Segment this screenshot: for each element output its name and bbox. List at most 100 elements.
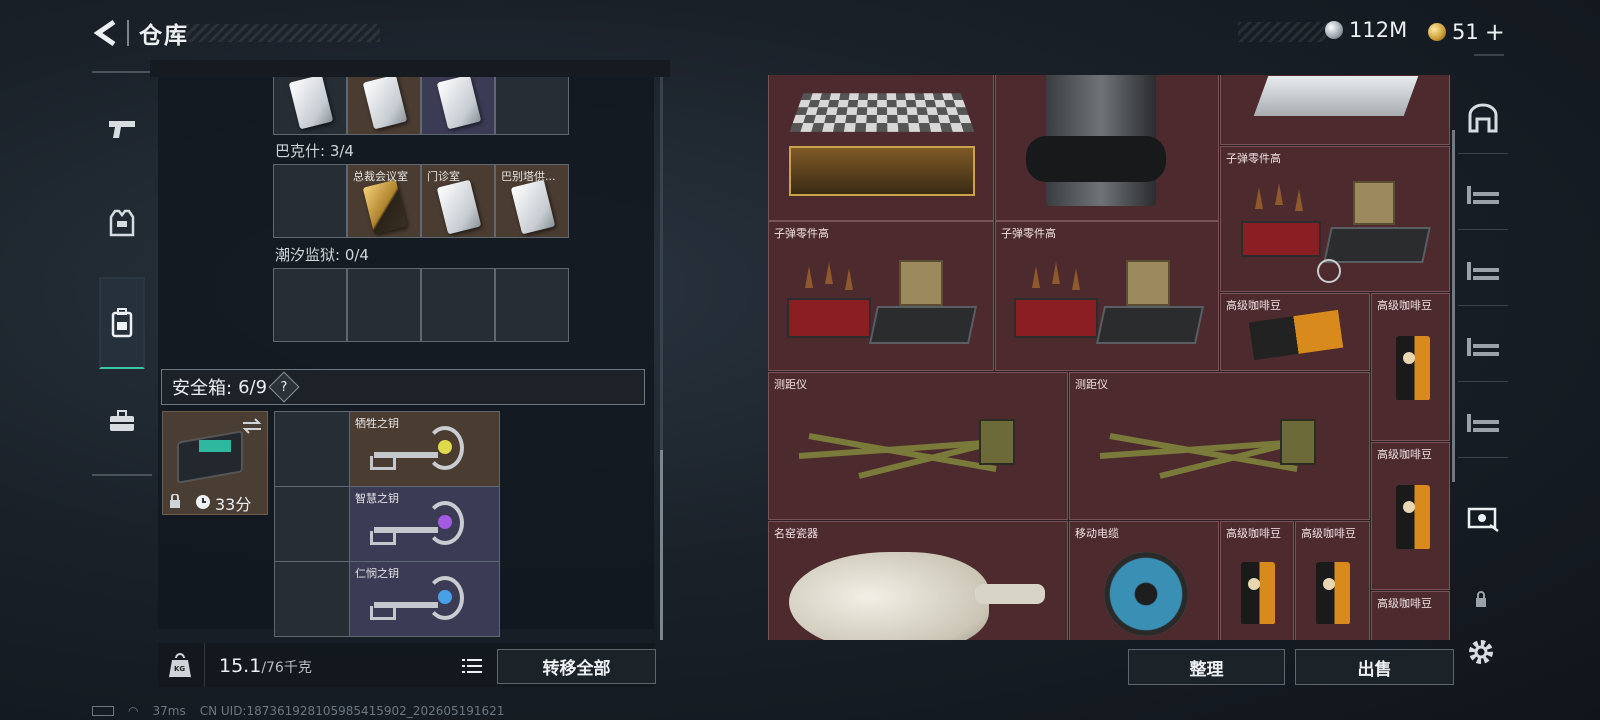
stash-item-chess-set[interactable]: [768, 75, 994, 221]
wifi-icon: ◠: [128, 704, 139, 718]
stash-item-ammo2[interactable]: 子弹零件高: [995, 221, 1219, 371]
swap-icon[interactable]: [241, 418, 263, 434]
laptop-shape: [1253, 76, 1419, 116]
stash-tab-4[interactable]: [1458, 310, 1508, 382]
stash-item-coffee1[interactable]: 高级咖啡豆: [1220, 293, 1370, 371]
uid-text: CN UID:18736192810598541590​2_2026051916…: [199, 704, 505, 718]
safebox-header: 安全箱: 6/9 ?: [161, 369, 645, 405]
silver-coin-icon: [1325, 21, 1343, 39]
stash-item-ammo1[interactable]: 子弹零件高: [768, 221, 994, 371]
gold-amount: 51: [1452, 20, 1479, 44]
safebox-slot-empty[interactable]: [275, 487, 349, 561]
page-title: 仓库: [139, 23, 189, 49]
chessboard: [789, 93, 975, 132]
stash-item-coffee4[interactable]: 高级咖啡豆: [1220, 521, 1294, 640]
gold-coin-icon: [1428, 23, 1446, 41]
stash-item-laptop[interactable]: [1220, 75, 1450, 145]
stash-item-coffee3[interactable]: 高级咖啡豆: [1371, 442, 1450, 590]
key-slot-empty[interactable]: [348, 269, 420, 341]
safebox-timer: 33分: [215, 495, 252, 514]
key-group-tide-prison: [273, 268, 569, 342]
chess-chest: [789, 146, 975, 196]
key-slot-boardroom[interactable]: 总裁会议室: [348, 165, 420, 237]
key-slot-clinic[interactable]: 门诊室: [422, 165, 494, 237]
battery-icon: [92, 706, 114, 716]
title-divider: [127, 20, 129, 46]
silver-currency: 112M: [1325, 18, 1407, 42]
transfer-all-button[interactable]: 转移全部: [497, 649, 656, 684]
help-icon[interactable]: ?: [268, 371, 300, 403]
stash-scrollbar[interactable]: [1452, 130, 1455, 482]
machine-base: [1026, 136, 1166, 182]
key-sacrifice[interactable]: 牺牲之钥: [350, 412, 499, 486]
list-icon[interactable]: [462, 657, 482, 675]
key-slot-babel[interactable]: 巴别塔供...: [496, 165, 568, 237]
sell-button[interactable]: 出售: [1295, 649, 1454, 685]
tab-armor[interactable]: [99, 177, 145, 269]
key-slot-empty[interactable]: [274, 165, 346, 237]
tab-weapon[interactable]: [99, 83, 145, 175]
clock-icon: [196, 495, 210, 509]
key-group-bakshi: 总裁会议室 门诊室 巴别塔供...: [273, 164, 569, 238]
key-slot-empty[interactable]: [422, 269, 494, 341]
rangefinder-head: [1280, 419, 1316, 465]
stash-tab-collection[interactable]: [1458, 482, 1508, 554]
stash-item-coffee5[interactable]: 高级咖啡豆: [1295, 521, 1370, 640]
group-label-bakshi: 巴克什: 3/4: [275, 142, 354, 160]
shelf-icon: [1467, 261, 1499, 280]
safebox-grid: 牺牲之钥 智慧之钥 仁悯之钥: [274, 411, 500, 637]
stash-item-ammo3[interactable]: 子弹零件高: [1220, 146, 1450, 292]
stash-tab-main[interactable]: [1458, 82, 1508, 154]
stash-item-coffee6[interactable]: 高级咖啡豆: [1371, 591, 1450, 640]
key-mercy[interactable]: 仁悯之钥: [350, 562, 499, 636]
tab-backpack[interactable]: [99, 277, 145, 369]
title-decoration: [186, 24, 380, 42]
yellow-gem-icon: [438, 440, 452, 454]
coffee-bag-lying: [1248, 309, 1344, 361]
gold-currency[interactable]: 51 +: [1428, 18, 1505, 46]
back-arrow-icon[interactable]: [92, 18, 122, 48]
add-currency-button[interactable]: +: [1485, 18, 1505, 46]
safebox-slot-empty[interactable]: [275, 562, 349, 636]
stash-tab-3[interactable]: [1458, 234, 1508, 306]
ping-value: 37ms: [152, 704, 186, 718]
safebox-slot-empty[interactable]: [275, 412, 349, 486]
tab-briefcase[interactable]: [99, 375, 145, 467]
weight-divider: [204, 643, 205, 687]
stash-item-rangefinder2[interactable]: 测距仪: [1069, 372, 1370, 520]
stash-item-coffee2[interactable]: 高级咖啡豆: [1371, 293, 1450, 441]
case-body: [177, 430, 243, 484]
status-bar: ◠ 37ms CN UID:18736192810598541590​2_202…: [92, 704, 504, 718]
rail-top-line: [92, 71, 152, 73]
stash-item-rangefinder1[interactable]: 测距仪: [768, 372, 1068, 520]
cable-reel: [1104, 552, 1188, 636]
sort-button[interactable]: 整理: [1128, 649, 1285, 685]
key-wisdom[interactable]: 智慧之钥: [350, 487, 499, 561]
purple-gem-icon: [438, 515, 452, 529]
key-slot-empty[interactable]: [274, 269, 346, 341]
lock-icon: [170, 494, 180, 508]
safebox-label: 安全箱:: [172, 378, 233, 399]
armor-vest-icon: [109, 209, 135, 237]
stash-item-porcelain[interactable]: 名窑瓷器: [768, 521, 1068, 640]
stash-tab-2[interactable]: [1458, 158, 1508, 230]
group-label-tide-prison: 潮汐监狱: 0/4: [275, 246, 369, 264]
lock-icon: [1476, 591, 1486, 607]
inventory-scrollbar-thumb[interactable]: [660, 450, 663, 640]
stash-tab-5[interactable]: [1458, 386, 1508, 458]
shelf-icon: [1467, 185, 1499, 204]
warehouse-icon: [1468, 103, 1498, 132]
crosshair-icon: [1317, 259, 1341, 283]
gear-icon[interactable]: [1466, 637, 1496, 667]
header-tick: [1474, 54, 1504, 56]
stash-item-cable[interactable]: 移动电缆: [1069, 521, 1219, 640]
weight-readout: 15.1/76千克: [219, 655, 312, 677]
briefcase-icon: [110, 410, 134, 431]
display-case-icon: [1467, 507, 1499, 532]
weight-kg-icon: KG: [168, 652, 192, 678]
safebox-case[interactable]: 33分: [162, 411, 268, 515]
vase-body: [789, 552, 989, 640]
key-slot-empty[interactable]: [496, 269, 568, 341]
stash-item-machine[interactable]: [995, 75, 1219, 221]
rail-bottom-line: [92, 474, 152, 476]
